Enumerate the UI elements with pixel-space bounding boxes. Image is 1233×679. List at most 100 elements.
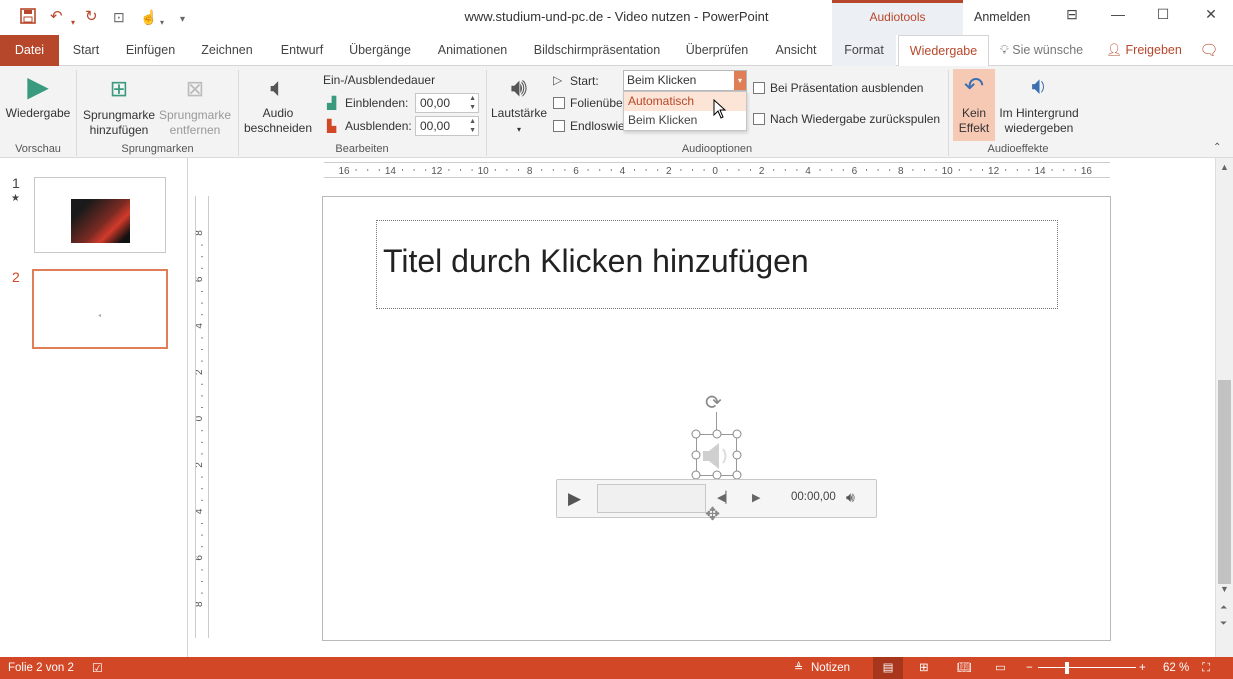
spinner-arrows-icon[interactable]: ▲ ▼ [469,94,476,112]
tab-slideshow[interactable]: Bildschirmpräsentation [527,35,667,66]
tab-insert[interactable]: Einfügen [118,35,183,66]
scroll-up-icon[interactable]: ▲ [1220,162,1229,172]
fit-to-window-icon[interactable]: ⛶ [1202,657,1210,679]
volume-button[interactable]: 🔊︎ Lautstärke ▾ [490,72,548,137]
signin-link[interactable]: Anmelden [974,10,1030,24]
video-thumbnail-image [71,199,130,243]
ruler-tick-mark [518,169,519,171]
ruler-tick-mark [201,244,203,246]
ruler-tick-mark [552,169,554,171]
zoom-slider-thumb[interactable] [1065,662,1069,674]
ruler-tick-mark [413,169,415,171]
play-button[interactable]: ▶ [568,489,581,509]
title-placeholder[interactable]: Titel durch Klicken hinzufügen [376,220,1058,309]
trim-audio-button[interactable]: 🔈︎ Audio beschneiden [242,72,314,136]
ruler-tick-mark [201,383,203,385]
tell-me-text: Sie wünsche [1012,43,1084,57]
loop-checkbox[interactable] [553,120,565,132]
maximize-button[interactable]: ☐ [1151,6,1175,28]
touch-dropdown-icon[interactable]: ▾ [160,14,164,32]
tab-review[interactable]: Überprüfen [678,35,756,66]
ruler-tick-label: 6 [196,555,205,561]
tab-playback[interactable]: Wiedergabe [898,35,989,67]
start-label: Start: [570,74,599,88]
tab-start[interactable]: Start [62,35,110,66]
volume-label: Lautstärke [490,106,548,120]
notes-icon[interactable]: ≜ [794,657,803,679]
remove-bookmark-button[interactable]: ⊠ Sprungmarke entfernen [156,74,234,138]
ruler-tick-label: 2 [666,166,672,177]
scroll-thumb[interactable] [1218,380,1231,584]
ruler-tick-mark [201,267,203,269]
zoom-in-icon[interactable]: + [1139,657,1146,679]
ribbon-display-icon[interactable]: ⊟ [1060,6,1084,28]
progress-bar[interactable] [597,484,706,513]
spellcheck-icon[interactable]: ☑ [92,657,103,679]
hide-during-show-checkbox[interactable] [753,82,765,94]
customize-qat-icon[interactable]: ▾ [180,11,185,29]
tab-file[interactable]: Datei [0,35,59,66]
ruler-tick-mark [201,569,203,571]
mute-icon[interactable]: 🔊︎ [846,489,855,506]
comments-icon[interactable]: 🗨︎ [1196,35,1222,66]
chevron-down-icon[interactable]: ▾ [734,71,746,90]
tell-me-box[interactable]: 💡︎ Sie wünsche [1000,35,1088,66]
zoom-level[interactable]: 62 % [1163,657,1189,679]
no-style-label-2: Effekt [958,121,990,135]
slide-thumbnail-2[interactable]: ◂ [32,269,168,349]
touch-mode-icon[interactable]: ☝ [140,8,157,26]
across-slides-checkbox[interactable] [553,97,565,109]
normal-view-icon[interactable]: ▤ [873,657,903,679]
scroll-down-icon[interactable]: ▼ [1220,584,1229,594]
start-dropdown-value: Beim Klicken [627,73,697,87]
slideshow-view-icon[interactable]: ▭ [995,657,1006,679]
fade-out-field[interactable]: 00,00 ▲ ▼ [415,116,479,136]
save-icon[interactable] [20,8,36,29]
tab-design[interactable]: Entwurf [272,35,332,66]
ruler-tick-mark [982,169,983,171]
rotate-handle-icon[interactable]: ⟳ [705,390,722,415]
option-automatic[interactable]: Automatisch [624,92,746,111]
undo-icon[interactable]: ↶ [50,8,63,26]
close-button[interactable]: ✕ [1199,6,1223,28]
tab-animations[interactable]: Animationen [430,35,515,66]
reading-view-icon[interactable]: 📖︎ [957,657,972,679]
ruler-tick-mark [201,453,203,455]
step-forward-button[interactable]: ▶ [752,491,760,504]
add-bookmark-label-1: Sprungmarke [82,108,156,122]
slide-sorter-icon[interactable]: ⊞ [919,657,929,679]
next-slide-icon[interactable]: ⏷ [1220,618,1227,629]
redo-icon[interactable]: ↻ [85,8,98,26]
selection-handles[interactable] [690,428,744,482]
minimize-button[interactable]: — [1106,6,1130,28]
start-dropdown[interactable]: Beim Klicken ▾ [623,70,747,91]
rewind-label: Nach Wiedergabe zurückspulen [770,112,941,126]
undo-dropdown-icon[interactable]: ▾ [71,14,75,32]
share-button[interactable]: 👤︎ Freigeben [1104,35,1184,66]
move-handle-icon[interactable]: ✥ [705,504,720,525]
add-bookmark-button[interactable]: ⊞ Sprungmarke hinzufügen [80,74,158,138]
tab-view[interactable]: Ansicht [767,35,825,66]
play-in-background-button[interactable]: 🔉︎ Im Hintergrund wiedergeben [996,72,1082,136]
no-style-button[interactable]: ↶ Kein Effekt [953,69,995,141]
group-label-preview: Vorschau [15,143,61,155]
previous-slide-icon[interactable]: ⏶ [1220,602,1227,613]
zoom-slider-track[interactable] [1038,667,1136,668]
ruler-tick-mark [1016,169,1018,171]
presenter-view-icon[interactable]: ⊡ [113,8,125,26]
spinner-arrows-icon[interactable]: ▲ ▼ [469,117,476,135]
option-on-click[interactable]: Beim Klicken [624,111,746,130]
volume-dropdown-icon: ▾ [516,125,521,134]
step-back-button[interactable]: ◀▏ [717,491,734,504]
play-preview-button[interactable]: ▶ Wiedergabe [4,72,72,121]
tab-format[interactable]: Format [832,35,896,66]
rewind-checkbox[interactable] [753,113,765,125]
tab-transitions[interactable]: Übergänge [343,35,417,66]
fade-in-field[interactable]: 00,00 ▲ ▼ [415,93,479,113]
tab-draw[interactable]: Zeichnen [194,35,260,66]
collapse-ribbon-icon[interactable]: ⌃ [1213,142,1221,153]
vertical-scrollbar[interactable]: ▲ ▼ ⏶ ⏷ [1215,158,1233,657]
zoom-out-icon[interactable]: − [1026,657,1033,679]
notes-button[interactable]: Notizen [811,657,850,679]
slide-thumbnail-1[interactable] [34,177,166,253]
